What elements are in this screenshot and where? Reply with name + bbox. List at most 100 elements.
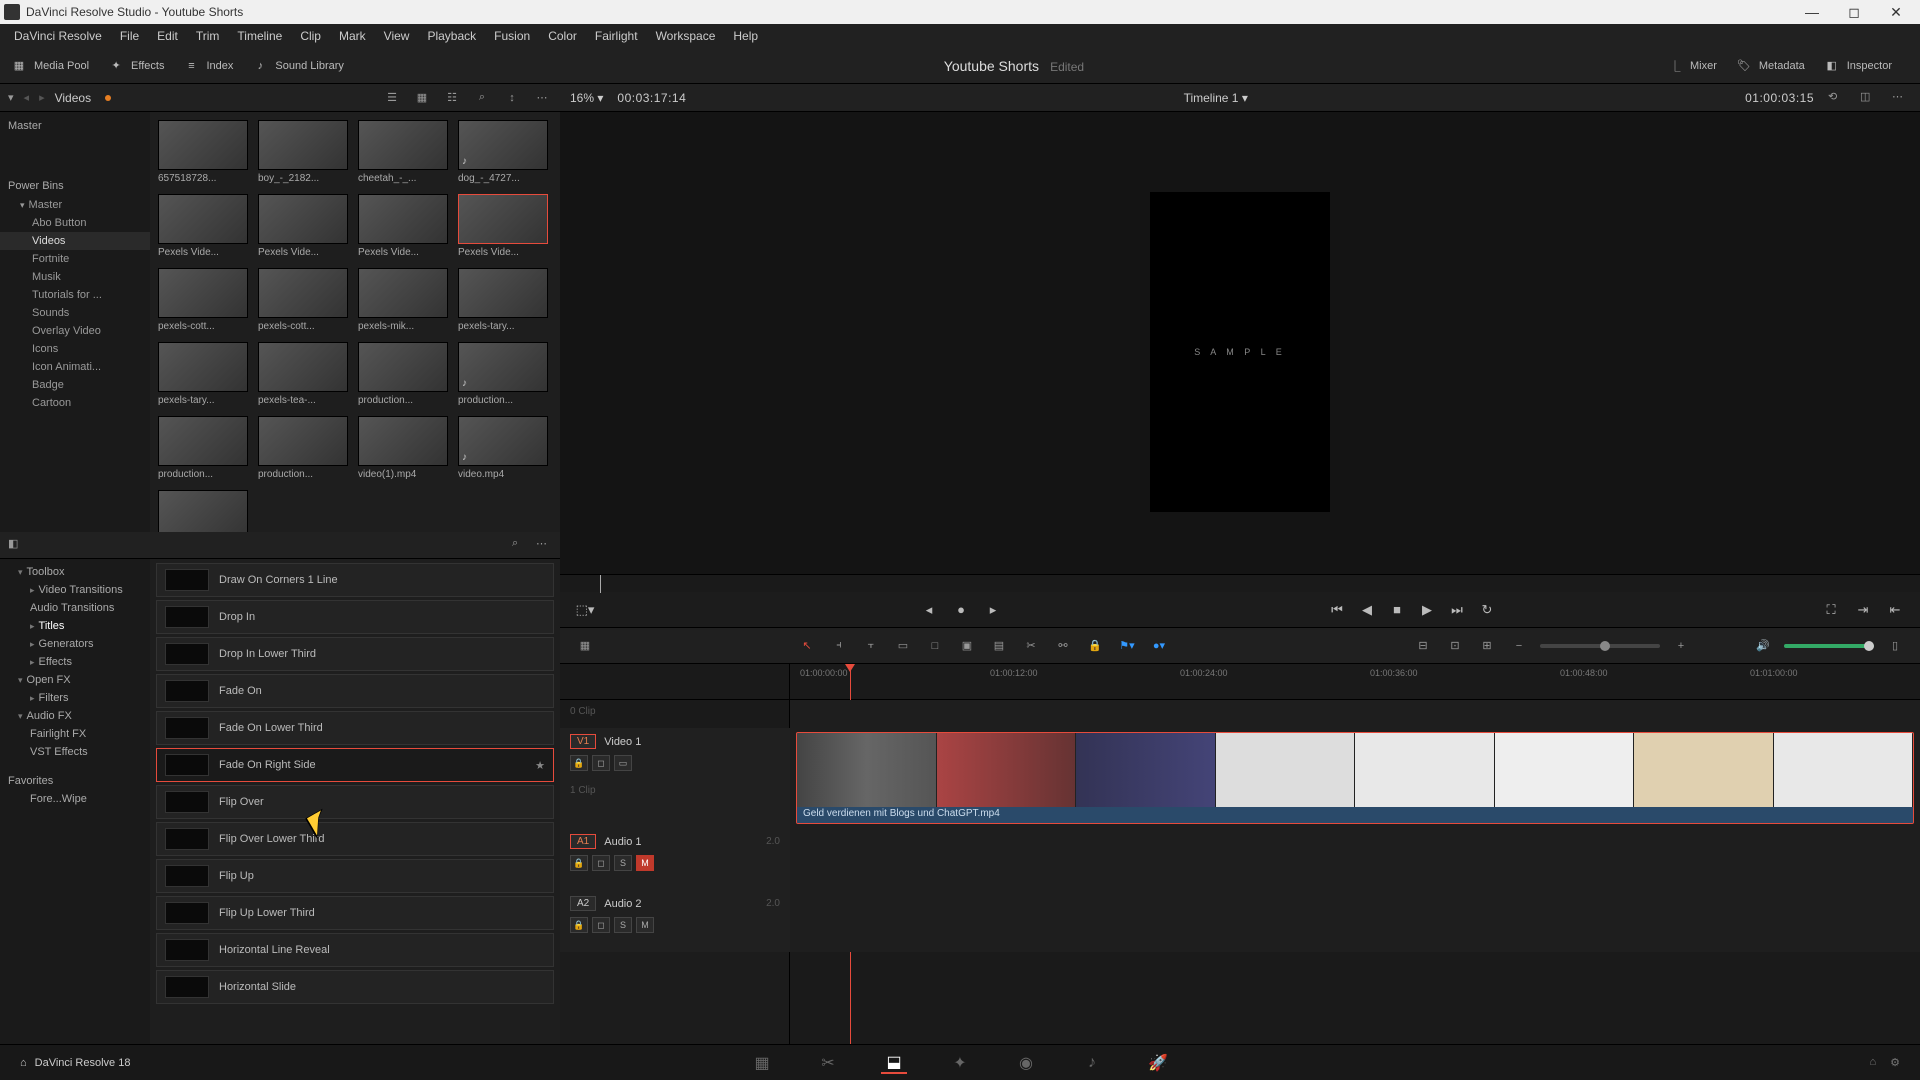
fx-titles[interactable]: Titles <box>0 617 150 635</box>
media-thumb[interactable]: pexels-tea-... <box>258 342 348 406</box>
maximize-button[interactable]: ◻ <box>1834 2 1874 22</box>
viewer-scrubber[interactable] <box>560 574 1920 592</box>
home-button[interactable]: ⌂ <box>1869 1056 1876 1069</box>
track-a2-mute[interactable]: M <box>636 917 654 933</box>
settings-icon[interactable]: ⚙ <box>1890 1056 1900 1069</box>
minimize-button[interactable]: — <box>1792 2 1832 22</box>
bin-icons[interactable]: Icons <box>0 340 150 358</box>
bin-master[interactable]: Master <box>0 116 150 136</box>
loop-icon[interactable]: ↻ <box>1476 599 1498 621</box>
media-thumb[interactable]: pexels-tary... <box>458 268 548 332</box>
overwrite-icon[interactable]: □ <box>924 636 946 656</box>
effects-toggle[interactable]: ✦ Effects <box>107 57 164 75</box>
viewer-options-icon[interactable]: ⋯ <box>1892 90 1910 106</box>
goto-start-icon[interactable]: ⏮ <box>1326 599 1348 621</box>
viewer-zoom[interactable]: 16% ▾ <box>570 91 603 105</box>
page-media[interactable]: ▦ <box>749 1052 775 1074</box>
play-reverse-icon[interactable]: ◀ <box>1356 599 1378 621</box>
fx-title-item[interactable]: Horizontal Slide <box>156 970 554 1004</box>
view-grid-icon[interactable]: ▦ <box>412 90 432 106</box>
zoom-fit-icon[interactable]: ⊡ <box>1444 636 1466 656</box>
fx-title-item[interactable]: Drop In Lower Third <box>156 637 554 671</box>
fx-toolbox[interactable]: Toolbox <box>0 563 150 581</box>
nav-marker-icon[interactable]: ● <box>950 599 972 621</box>
goto-end-icon[interactable]: ⏭ <box>1446 599 1468 621</box>
volume-icon[interactable]: 🔊 <box>1752 636 1774 656</box>
dim-icon[interactable]: ▯ <box>1884 636 1906 656</box>
menu-trim[interactable]: Trim <box>188 27 228 45</box>
fx-title-item[interactable]: Fade On Right Side★ <box>156 748 554 782</box>
page-cut[interactable]: ✂ <box>815 1052 841 1074</box>
page-fairlight[interactable]: ♪ <box>1079 1052 1105 1074</box>
out-icon[interactable]: ⇥ <box>1852 599 1874 621</box>
bin-sounds[interactable]: Sounds <box>0 304 150 322</box>
media-thumb[interactable]: pexels-cott... <box>258 268 348 332</box>
fx-audio-transitions[interactable]: Audio Transitions <box>0 599 150 617</box>
media-thumb[interactable]: Pexels Vide... <box>458 194 548 258</box>
fx-title-item[interactable]: Fade On Lower Third <box>156 711 554 745</box>
sort-icon[interactable]: ↕ <box>502 90 522 106</box>
media-thumb[interactable]: pexels-mik... <box>358 268 448 332</box>
insert-icon[interactable]: ▭ <box>892 636 914 656</box>
fx-fairlight[interactable]: Fairlight FX <box>0 725 150 743</box>
view-detail-icon[interactable]: ☷ <box>442 90 462 106</box>
timeline-viewer[interactable]: S A M P L E <box>560 112 1920 592</box>
track-a1-solo[interactable]: S <box>614 855 632 871</box>
zoom-in-icon[interactable]: ⊞ <box>1476 636 1498 656</box>
page-color[interactable]: ◉ <box>1013 1052 1039 1074</box>
options-icon[interactable]: ⋯ <box>532 90 552 106</box>
nav-next-icon[interactable]: ▸ <box>982 599 1004 621</box>
fx-panel-icon[interactable]: ◧ <box>8 537 24 553</box>
blade-tool-icon[interactable]: ⫟ <box>860 636 882 656</box>
fx-openfx[interactable]: Open FX <box>0 671 150 689</box>
match-frame-icon[interactable]: ⬚▾ <box>574 599 596 621</box>
link-icon[interactable]: ⚯ <box>1052 636 1074 656</box>
bin-fortnite[interactable]: Fortnite <box>0 250 150 268</box>
sound-library-toggle[interactable]: ♪ Sound Library <box>251 57 344 75</box>
menu-edit[interactable]: Edit <box>149 27 186 45</box>
fullscreen-icon[interactable]: ⛶ <box>1820 599 1842 621</box>
zoom-out-icon[interactable]: ⊟ <box>1412 636 1434 656</box>
flag-icon[interactable]: ⚑▾ <box>1116 636 1138 656</box>
media-thumb[interactable]: video(1).mp4 <box>358 416 448 480</box>
lock-icon[interactable]: 🔒 <box>1084 636 1106 656</box>
fit-icon[interactable]: ▤ <box>988 636 1010 656</box>
media-thumb[interactable]: cheetah_-_... <box>358 120 448 184</box>
media-thumb[interactable] <box>158 490 248 532</box>
page-fusion[interactable]: ✦ <box>947 1052 973 1074</box>
track-v1-lock[interactable]: 🔒 <box>570 755 588 771</box>
media-thumb[interactable]: production... <box>458 342 548 406</box>
bin-tutorials[interactable]: Tutorials for ... <box>0 286 150 304</box>
menu-view[interactable]: View <box>376 27 418 45</box>
menu-timeline[interactable]: Timeline <box>229 27 290 45</box>
replace-icon[interactable]: ▣ <box>956 636 978 656</box>
volume-slider[interactable] <box>1784 644 1874 648</box>
track-a2-tag[interactable]: A2 <box>570 896 596 911</box>
close-button[interactable]: ✕ <box>1876 2 1916 22</box>
stop-icon[interactable]: ■ <box>1386 599 1408 621</box>
home-icon[interactable]: ⌂ <box>20 1057 27 1069</box>
menu-playback[interactable]: Playback <box>419 27 484 45</box>
media-thumb[interactable]: boy_-_2182... <box>258 120 348 184</box>
fx-effects[interactable]: Effects <box>0 653 150 671</box>
video-clip[interactable]: Geld verdienen mit Blogs und ChatGPT.mp4 <box>796 732 1914 824</box>
trim-tool-icon[interactable]: ⫞ <box>828 636 850 656</box>
track-body-a2[interactable] <box>790 890 1920 952</box>
mixer-toggle[interactable]: ⎿ Mixer <box>1666 57 1717 75</box>
marker-icon[interactable]: ●▾ <box>1148 636 1170 656</box>
fx-fav-wipe[interactable]: Fore...Wipe <box>0 790 150 808</box>
fx-vst[interactable]: VST Effects <box>0 743 150 761</box>
track-v1-tag[interactable]: V1 <box>570 734 596 749</box>
timeline-name-dropdown[interactable]: Timeline 1 ▾ <box>1184 91 1248 105</box>
bypass-icon[interactable]: ⟲ <box>1828 90 1846 106</box>
powerbin-master[interactable]: Master <box>0 196 150 214</box>
media-thumb[interactable]: Pexels Vide... <box>258 194 348 258</box>
fx-search-icon[interactable]: ⌕ <box>512 537 528 553</box>
fx-title-item[interactable]: Horizontal Line Reveal <box>156 933 554 967</box>
track-a1-toggle[interactable]: ◻ <box>592 855 610 871</box>
fx-generators[interactable]: Generators <box>0 635 150 653</box>
bin-dropdown[interactable]: ▾ <box>8 91 14 104</box>
fx-title-item[interactable]: Fade On <box>156 674 554 708</box>
timeline-view-icon[interactable]: ▦ <box>574 636 596 656</box>
nav-prev-icon[interactable]: ◂ <box>918 599 940 621</box>
